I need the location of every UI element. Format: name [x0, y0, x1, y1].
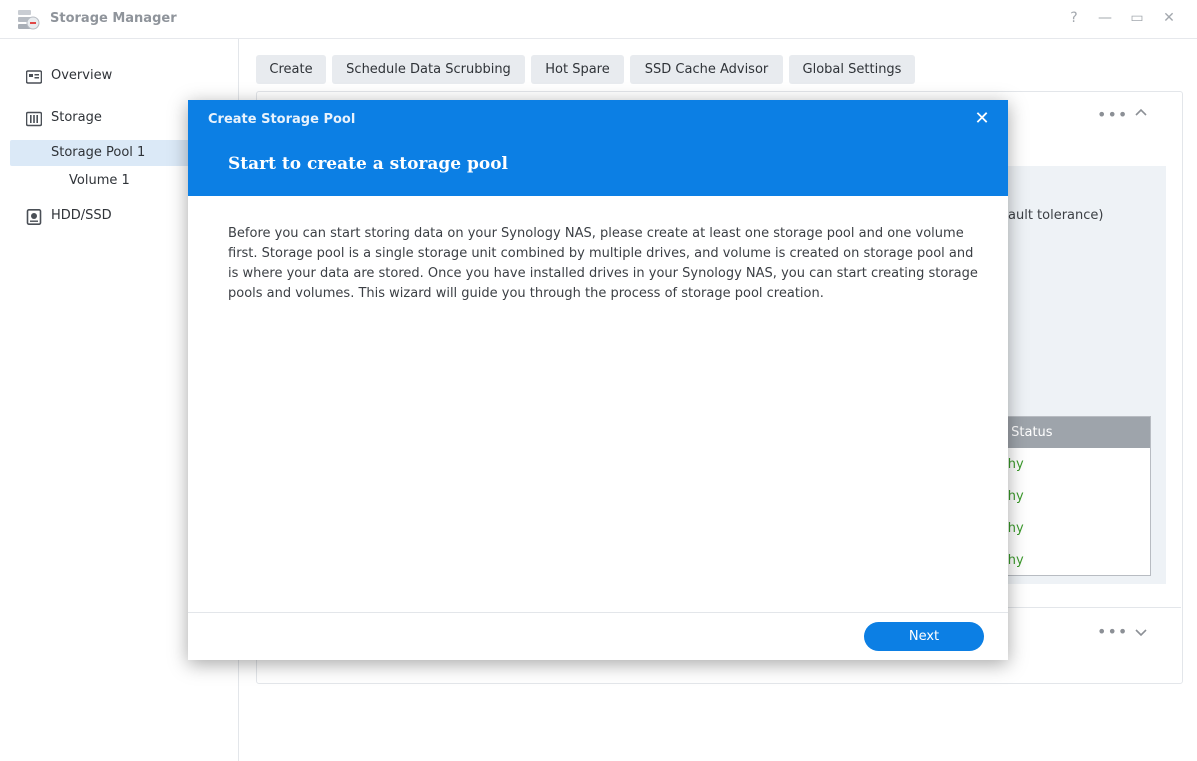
storage-icon — [25, 111, 43, 127]
dialog-title: Create Storage Pool — [208, 112, 356, 127]
maximize-icon[interactable]: ▭ — [1128, 9, 1146, 27]
sidebar-item-label: Storage — [51, 110, 102, 125]
dialog-footer: Next — [188, 612, 1008, 661]
window-title: Storage Manager — [50, 11, 177, 26]
chevron-up-icon[interactable] — [1135, 107, 1147, 121]
more-options-icon[interactable]: ••• — [1097, 622, 1128, 641]
ssd-cache-advisor-button[interactable]: SSD Cache Advisor — [630, 55, 783, 84]
hot-spare-button[interactable]: Hot Spare — [531, 55, 624, 84]
drive-icon — [26, 209, 42, 225]
dialog-description: Before you can start storing data on you… — [228, 226, 978, 301]
help-icon[interactable]: ? — [1065, 9, 1083, 27]
window-close-icon[interactable]: ✕ — [1160, 9, 1178, 27]
global-settings-button[interactable]: Global Settings — [789, 55, 915, 84]
schedule-data-scrubbing-button[interactable]: Schedule Data Scrubbing — [332, 55, 525, 84]
sidebar-item-label: Volume 1 — [69, 173, 130, 188]
sidebar-item-label: Overview — [51, 68, 113, 83]
drive-status-table: e Status lthy lthy lthy lthy — [990, 416, 1151, 576]
next-button[interactable]: Next — [864, 622, 984, 651]
sidebar-item-overview[interactable]: Overview — [10, 64, 238, 90]
create-button[interactable]: Create — [256, 55, 326, 84]
sidebar-item-label: Storage Pool 1 — [51, 145, 146, 160]
more-options-icon[interactable]: ••• — [1097, 105, 1128, 124]
minimize-icon[interactable]: — — [1096, 9, 1114, 27]
fault-tolerance-text: ault tolerance) — [1008, 208, 1104, 223]
create-storage-pool-dialog: Create Storage Pool ✕ Start to create a … — [188, 100, 1008, 660]
dialog-heading: Start to create a storage pool — [228, 154, 509, 174]
close-icon[interactable]: ✕ — [972, 109, 992, 129]
storage-manager-app-icon — [16, 7, 40, 31]
title-bar: Storage Manager ? — ▭ ✕ — [0, 0, 1197, 39]
chevron-down-icon[interactable] — [1135, 626, 1147, 640]
overview-icon — [25, 69, 43, 85]
dialog-header: Create Storage Pool ✕ Start to create a … — [188, 100, 1008, 196]
status-column-header: e Status — [991, 417, 1150, 448]
sidebar-item-label: HDD/SSD — [51, 208, 112, 223]
